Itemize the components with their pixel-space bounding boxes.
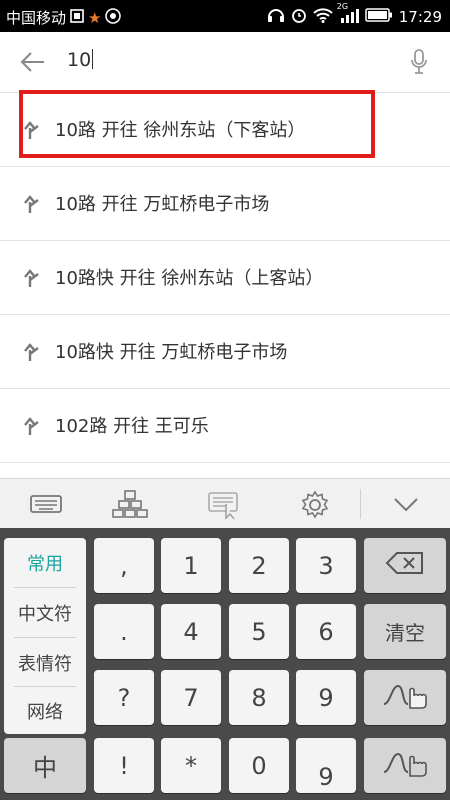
key-9[interactable]: 9 (296, 670, 356, 725)
category-network[interactable]: 网络 (4, 686, 86, 735)
network-type: 2G (336, 2, 349, 11)
key-1[interactable]: 1 (161, 538, 221, 593)
key-8[interactable]: 8 (229, 670, 289, 725)
keyboard: 常用 中文符 表情符 网络 , 1 2 3 . 4 5 6 清空 ? 7 8 9… (0, 528, 450, 800)
enter-swipe-icon (382, 748, 428, 784)
battery-icon (365, 7, 393, 27)
toolbar-divider (360, 489, 361, 519)
key-asterisk[interactable]: * (161, 738, 221, 793)
turn-arrow-icon (22, 342, 42, 362)
suggestion-item[interactable]: 10路 开往 万虹桥电子市场 (0, 167, 450, 241)
key-9-popup[interactable]: 9 (296, 738, 356, 793)
suggestion-text: 10路快 开往 万虹桥电子市场 (55, 342, 288, 363)
search-query-text: 10 (67, 49, 92, 71)
android-icon (105, 7, 122, 28)
search-input[interactable]: 10 (67, 49, 94, 71)
layout-grid-icon[interactable] (110, 490, 150, 518)
suggestion-text: 10路快 开往 徐州东站（上客站） (55, 268, 324, 289)
notification-icon (70, 8, 84, 27)
suggestion-item[interactable]: 10路快 开往 万虹桥电子市场 (0, 315, 450, 389)
key-question[interactable]: ? (94, 670, 154, 725)
key-comma[interactable]: , (94, 538, 154, 593)
clear-key[interactable]: 清空 (364, 604, 446, 659)
settings-gear-icon[interactable] (300, 490, 330, 519)
suggestion-item[interactable]: 102路 开往 王可乐 (0, 389, 450, 463)
headset-icon (267, 7, 285, 27)
turn-arrow-icon (22, 268, 42, 288)
star-icon: ★ (88, 8, 102, 27)
turn-arrow-icon (22, 416, 42, 436)
category-common[interactable]: 常用 (4, 538, 86, 587)
status-right: 2G 17:29 (267, 2, 442, 27)
key-5[interactable]: 5 (229, 604, 289, 659)
wifi-icon (313, 7, 333, 27)
status-bar: 中国移动 ★ 2G 17:29 (0, 0, 450, 32)
key-3[interactable]: 3 (296, 538, 356, 593)
suggestion-text: 102路 开往 王可乐 (55, 416, 209, 437)
key-6[interactable]: 6 (296, 604, 356, 659)
key-7[interactable]: 7 (161, 670, 221, 725)
language-switch-key[interactable]: 中 (4, 738, 86, 793)
category-emoticons[interactable]: 表情符 (4, 638, 86, 687)
keyboard-toolbar (0, 478, 450, 529)
clock: 17:29 (398, 8, 442, 26)
microphone-icon[interactable] (410, 48, 428, 76)
key-exclamation[interactable]: ! (94, 738, 154, 793)
carrier-name: 中国移动 (6, 9, 67, 27)
suggestion-text: 10路 开往 万虹桥电子市场 (55, 194, 270, 215)
suggestion-item[interactable]: 10路快 开往 徐州东站（上客站） (0, 241, 450, 315)
back-arrow-icon[interactable] (20, 50, 46, 74)
text-caret (92, 49, 94, 69)
symbol-category-panel: 常用 中文符 表情符 网络 (4, 538, 86, 734)
signal-icon: 2G (337, 2, 359, 27)
key-2[interactable]: 2 (229, 538, 289, 593)
handwriting-icon[interactable] (208, 490, 242, 520)
highlight-box (19, 90, 375, 158)
key-period[interactable]: . (94, 604, 154, 659)
backspace-key[interactable] (364, 538, 446, 593)
key-0[interactable]: 0 (229, 738, 289, 793)
search-bar: 10 (0, 32, 450, 93)
enter-key-secondary[interactable] (364, 738, 446, 793)
alarm-icon (291, 7, 307, 27)
enter-key[interactable] (364, 670, 446, 725)
keyboard-icon[interactable] (30, 490, 62, 518)
backspace-icon (385, 551, 425, 581)
enter-swipe-icon (382, 680, 428, 716)
status-left: 中国移动 ★ (6, 7, 122, 28)
chevron-down-icon[interactable] (392, 490, 420, 518)
key-4[interactable]: 4 (161, 604, 221, 659)
turn-arrow-icon (22, 194, 42, 214)
category-chinese-symbols[interactable]: 中文符 (4, 588, 86, 637)
